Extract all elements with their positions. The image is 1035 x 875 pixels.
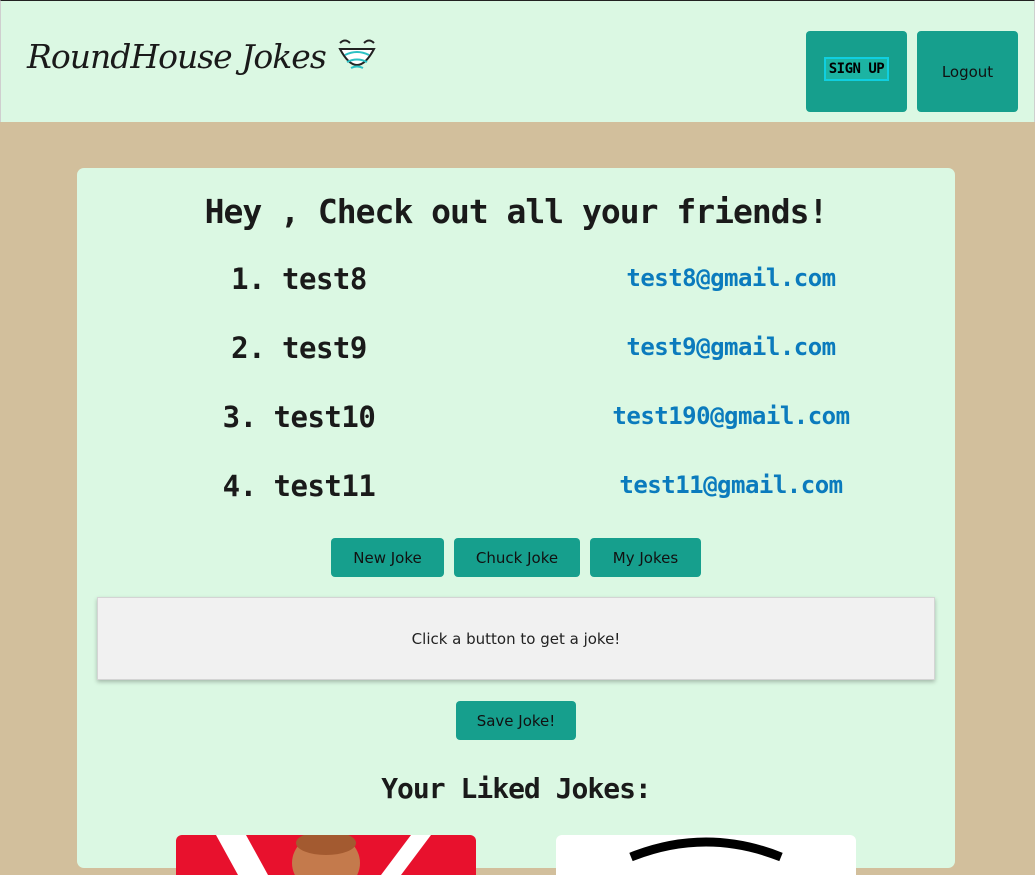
brand-logo[interactable]: RoundHouse Jokes bbox=[27, 35, 378, 77]
top-navbar: RoundHouse Jokes SIGN UP Logout bbox=[0, 0, 1035, 122]
laughing-face-icon bbox=[338, 39, 376, 69]
joke-text: Click a button to get a joke! bbox=[411, 629, 621, 648]
liked-joke-image bbox=[216, 835, 431, 875]
friend-email-link[interactable]: test190@gmail.com bbox=[521, 402, 941, 430]
joke-display: Click a button to get a joke! bbox=[97, 597, 935, 680]
my-jokes-button[interactable]: My Jokes bbox=[590, 538, 701, 577]
page-title: Hey , Check out all your friends! bbox=[204, 192, 829, 231]
friend-row: 2. test9 test9@gmail.com bbox=[77, 331, 955, 371]
friend-name: 2. test9 bbox=[231, 331, 367, 365]
chuck-joke-button[interactable]: Chuck Joke bbox=[454, 538, 580, 577]
friend-row: 4. test11 test11@gmail.com bbox=[77, 469, 955, 509]
friend-name: 3. test10 bbox=[222, 400, 376, 434]
friend-name: 4. test11 bbox=[222, 469, 376, 503]
save-joke-button[interactable]: Save Joke! bbox=[456, 701, 576, 740]
liked-joke-image bbox=[629, 837, 783, 862]
friend-email-link[interactable]: test8@gmail.com bbox=[521, 264, 941, 292]
friends-panel: Hey , Check out all your friends! 1. tes… bbox=[77, 168, 955, 875]
brand-title: RoundHouse Jokes bbox=[27, 36, 327, 76]
logout-button[interactable]: Logout bbox=[917, 31, 1018, 112]
liked-jokes-heading: Your Liked Jokes: bbox=[381, 772, 652, 805]
friend-row: 3. test10 test190@gmail.com bbox=[77, 400, 955, 440]
friend-row: 1. test8 test8@gmail.com bbox=[77, 262, 955, 302]
friend-email-link[interactable]: test9@gmail.com bbox=[521, 333, 941, 361]
friend-name: 1. test8 bbox=[231, 262, 367, 296]
new-joke-button[interactable]: New Joke bbox=[331, 538, 444, 577]
liked-joke-card[interactable] bbox=[176, 835, 476, 875]
signup-label: SIGN UP bbox=[823, 56, 890, 81]
signup-button[interactable]: SIGN UP bbox=[806, 31, 907, 112]
friend-email-link[interactable]: test11@gmail.com bbox=[521, 471, 941, 499]
liked-joke-card[interactable] bbox=[556, 835, 856, 875]
